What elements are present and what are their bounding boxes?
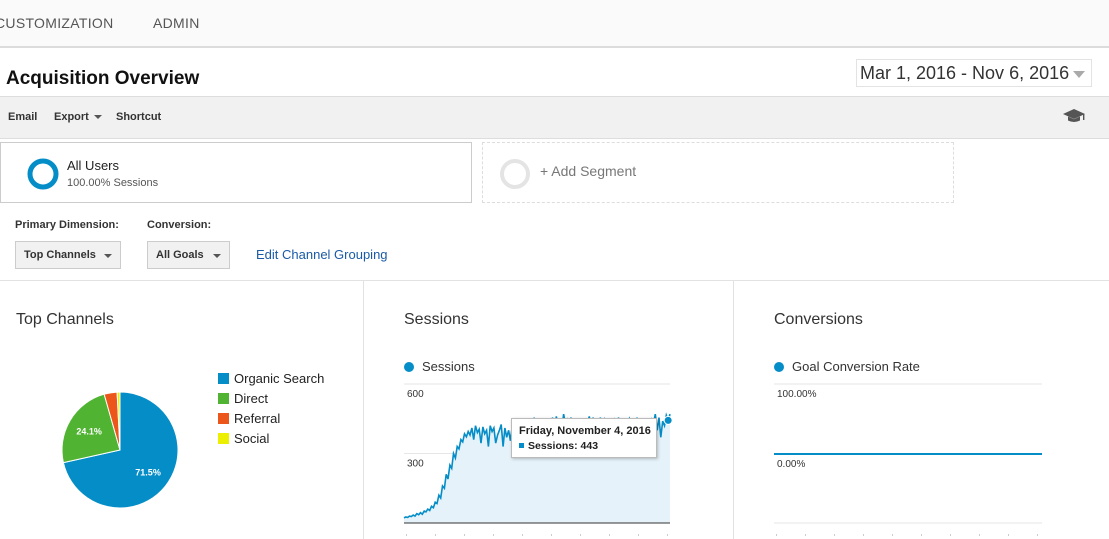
y-tick-label: 300 (407, 459, 424, 470)
report-toolbar: Email Export Shortcut (0, 96, 1109, 139)
chevron-down-icon (1073, 71, 1085, 78)
add-segment-box[interactable]: + Add Segment (482, 142, 954, 203)
segment-all-users[interactable]: All Users 100.00% Sessions (0, 142, 472, 203)
primary-dimension-value: Top Channels (24, 249, 96, 261)
y-tick-label: 600 (407, 389, 424, 400)
chevron-down-icon (104, 254, 112, 258)
legend-item-referral[interactable]: Referral (218, 411, 280, 426)
page-title: Acquisition Overview (6, 68, 200, 89)
sessions-area-chart[interactable]: 600 300 (400, 380, 685, 539)
shortcut-button[interactable]: Shortcut (116, 111, 161, 123)
top-nav: CUSTOMIZATION ADMIN (0, 0, 1109, 48)
export-button[interactable]: Export (54, 111, 102, 123)
conversions-line-chart[interactable]: 100.00% 0.00% (770, 380, 1050, 539)
add-segment-label: + Add Segment (540, 163, 637, 179)
sessions-legend-label: Sessions (422, 359, 475, 374)
nav-customization[interactable]: CUSTOMIZATION (0, 15, 114, 31)
graduation-cap-icon[interactable] (1062, 108, 1086, 124)
legend-label: Direct (234, 391, 268, 406)
section-divider (0, 280, 1109, 281)
legend-swatch (218, 373, 229, 384)
email-button[interactable]: Email (8, 111, 37, 123)
conversions-legend[interactable]: Goal Conversion Rate (774, 359, 920, 374)
legend-label: Referral (234, 411, 281, 426)
panel-divider (363, 281, 364, 539)
y-tick-label: 100.00% (777, 389, 817, 400)
nav-admin[interactable]: ADMIN (153, 15, 200, 31)
conversion-label: Conversion: (147, 219, 212, 231)
legend-item-direct[interactable]: Direct (218, 391, 268, 406)
segment-subtitle: 100.00% Sessions (67, 177, 159, 189)
legend-label: Organic Search (234, 371, 325, 386)
top-channels-title: Top Channels (16, 311, 114, 328)
tooltip-value: 443 (580, 440, 599, 452)
series-square-icon (519, 443, 524, 448)
legend-swatch (218, 413, 229, 424)
tooltip-label: Sessions: (528, 440, 578, 452)
chevron-down-icon (93, 115, 102, 120)
panel-divider (733, 281, 734, 539)
hover-point[interactable] (663, 415, 673, 425)
y-tick-label: 0.00% (777, 459, 805, 470)
conversion-value: All Goals (156, 249, 204, 261)
conversions-legend-label: Goal Conversion Rate (792, 359, 920, 374)
segment-title: All Users (67, 158, 120, 173)
edit-channel-grouping-link[interactable]: Edit Channel Grouping (256, 247, 388, 262)
legend-label: Social (234, 431, 270, 446)
date-range-text: Mar 1, 2016 - Nov 6, 2016 (860, 63, 1070, 83)
series-dot-icon (774, 362, 784, 372)
legend-item-social[interactable]: Social (218, 431, 269, 446)
legend-swatch (218, 433, 229, 444)
segment-ring-icon (27, 158, 59, 190)
tooltip-date: Friday, November 4, 2016 (519, 425, 651, 437)
pie-slice-label: 24.1% (76, 427, 102, 437)
top-channels-pie-chart: 71.5% 24.1% (61, 391, 179, 509)
sessions-legend[interactable]: Sessions (404, 359, 475, 374)
pie-slice-label: 71.5% (135, 467, 161, 477)
primary-dimension-dropdown[interactable]: Top Channels (15, 241, 121, 269)
empty-segment-ring-icon (500, 159, 530, 189)
tooltip-value-row: Sessions: 443 (519, 440, 598, 452)
export-label: Export (54, 111, 89, 123)
sessions-title: Sessions (404, 311, 469, 328)
date-range-picker[interactable]: Mar 1, 2016 - Nov 6, 2016 (856, 59, 1092, 87)
sessions-tooltip: Friday, November 4, 2016 Sessions: 443 (511, 418, 657, 458)
title-bar: Acquisition Overview Mar 1, 2016 - Nov 6… (0, 48, 1109, 96)
legend-swatch (218, 393, 229, 404)
chevron-down-icon (213, 254, 221, 258)
conversions-title: Conversions (774, 311, 863, 328)
primary-dimension-label: Primary Dimension: (15, 219, 119, 231)
conversion-dropdown[interactable]: All Goals (147, 241, 230, 269)
legend-item-organic-search[interactable]: Organic Search (218, 371, 324, 386)
series-dot-icon (404, 362, 414, 372)
